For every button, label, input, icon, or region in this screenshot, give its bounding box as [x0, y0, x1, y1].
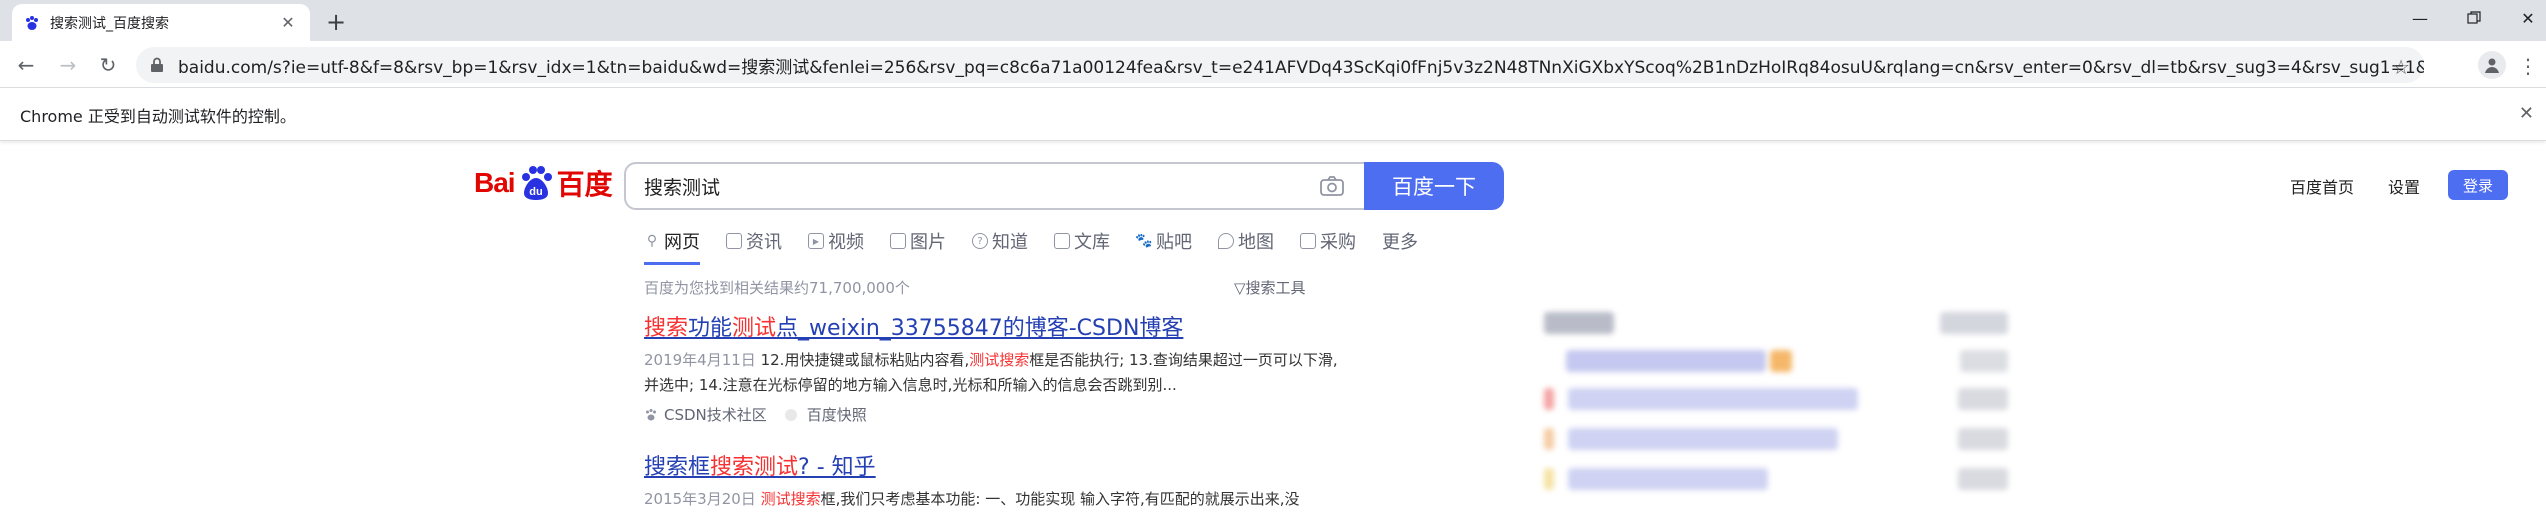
tab-purchase[interactable]: 采购: [1300, 226, 1356, 256]
tab-label: 更多: [1382, 232, 1418, 253]
map-pin-icon: [1218, 233, 1234, 249]
tab-label: 视频: [828, 232, 864, 253]
search-result: 搜索功能测试点_weixin_33755847的博客-CSDN博客 2019年4…: [644, 310, 1344, 425]
tab-label: 文库: [1074, 232, 1110, 253]
logo-text-baidu: 百度: [556, 168, 613, 201]
infobar-close-icon[interactable]: ✕: [2519, 103, 2534, 124]
search-result: 搜索框搜索测试? - 知乎 2015年3月20日 测试搜索框,我们只考虑基本功能…: [644, 449, 1344, 512]
search-tabs: ⚲ 网页 资讯 ▶ 视频 图片 ? 知道 文库 🐾 贴吧 地图 采购 更多: [644, 226, 1444, 265]
svg-text:du: du: [529, 186, 542, 198]
camera-icon[interactable]: [1318, 172, 1346, 200]
title-highlight: 测试: [732, 316, 777, 341]
filter-icon: ▽: [1234, 279, 1246, 297]
image-icon: [890, 233, 906, 249]
nav-baidu-home[interactable]: 百度首页: [2290, 174, 2354, 198]
result-date: 2015年3月20日: [644, 490, 756, 508]
infobar-text: Chrome 正受到自动测试软件的控制。: [20, 106, 296, 126]
video-icon: ▶: [808, 233, 824, 249]
result-title-link[interactable]: 搜索功能测试点_weixin_33755847的博客-CSDN博客: [644, 310, 1344, 342]
bookmark-star-icon[interactable]: ☆: [2392, 55, 2410, 79]
tab-title: 搜索测试_百度搜索: [50, 15, 169, 32]
tab-map[interactable]: 地图: [1218, 226, 1274, 256]
tab-wenku[interactable]: 文库: [1054, 226, 1110, 256]
abstract-text: 框,我们只考虑基本功能: 一、功能实现 输入字符,有匹配的就展示出来,没: [820, 490, 1300, 508]
document-icon: [1054, 233, 1070, 249]
result-abstract: 2015年3月20日 测试搜索框,我们只考虑基本功能: 一、功能实现 输入字符,…: [644, 487, 1344, 512]
result-abstract: 2019年4月11日 12.用快捷键或鼠标粘贴内容看,测试搜索框是否能执行; 1…: [644, 348, 1344, 398]
tab-more[interactable]: 更多: [1382, 226, 1418, 256]
search-query-text[interactable]: 搜索测试: [644, 173, 1318, 200]
tab-label: 采购: [1320, 232, 1356, 253]
tab-news[interactable]: 资讯: [726, 226, 782, 256]
result-source-row: CSDN技术社区 百度快照: [644, 404, 1344, 425]
forward-icon[interactable]: →: [54, 51, 82, 79]
browser-toolbar: ← → ↻ baidu.com/s?ie=utf-8&f=8&rsv_bp=1&…: [0, 41, 2546, 88]
search-icon: ⚲: [646, 233, 658, 249]
tab-label: 知道: [992, 232, 1028, 253]
tab-label: 地图: [1238, 232, 1274, 253]
profile-icon[interactable]: [2478, 51, 2506, 79]
new-tab-icon[interactable]: +: [322, 8, 350, 36]
tab-strip: 搜索测试_百度搜索 ✕ + — ✕: [0, 0, 2546, 41]
tab-video[interactable]: ▶ 视频: [808, 226, 864, 256]
abstract-text: 12.用快捷键或鼠标粘贴内容看,: [760, 351, 970, 369]
search-tools-label: 搜索工具: [1245, 279, 1306, 297]
back-icon[interactable]: ←: [12, 51, 40, 79]
reload-icon[interactable]: ↻: [94, 51, 122, 79]
csdn-source-icon: [646, 408, 656, 420]
news-icon: [726, 233, 742, 249]
result-count: 百度为您找到相关结果约71,700,000个: [644, 279, 910, 297]
blurred-hot-search-panel: [1540, 306, 2020, 506]
baidu-paw-logo-icon: du: [521, 166, 552, 200]
search-tools-button[interactable]: ▽搜索工具: [1234, 277, 1306, 298]
snapshot-dot-icon: [784, 408, 797, 421]
minimize-icon[interactable]: —: [2408, 6, 2432, 30]
automation-infobar: Chrome 正受到自动测试软件的控制。 ✕: [0, 89, 2546, 141]
title-highlight: 搜索测试: [710, 455, 799, 480]
tab-label: 贴吧: [1156, 232, 1192, 253]
tab-label: 网页: [664, 232, 700, 253]
address-bar[interactable]: baidu.com/s?ie=utf-8&f=8&rsv_bp=1&rsv_id…: [136, 47, 2424, 83]
tab-close-icon[interactable]: ✕: [278, 13, 298, 33]
tab-zhidao[interactable]: ? 知道: [972, 226, 1028, 256]
title-highlight: 搜索: [644, 316, 689, 341]
question-icon: ?: [972, 233, 988, 249]
shopping-icon: [1300, 233, 1316, 249]
active-tab-indicator: [644, 262, 700, 265]
maximize-icon[interactable]: [2462, 6, 2486, 30]
title-text: 功能: [688, 316, 733, 341]
abstract-highlight: 测试搜索: [969, 351, 1030, 369]
lock-icon: [150, 57, 166, 73]
result-title-link[interactable]: 搜索框搜索测试? - 知乎: [644, 449, 1344, 481]
title-text: 搜索框: [644, 455, 711, 480]
browser-menu-icon[interactable]: ⋮: [2518, 52, 2538, 80]
abstract-highlight: 测试搜索: [760, 490, 821, 508]
nav-settings[interactable]: 设置: [2388, 174, 2420, 198]
baidu-paw-icon: [24, 15, 40, 31]
tab-web[interactable]: ⚲ 网页: [644, 226, 700, 265]
search-button[interactable]: 百度一下: [1364, 162, 1504, 210]
title-text: 点_weixin_33755847的博客-CSDN博客: [776, 316, 1184, 341]
browser-tab[interactable]: 搜索测试_百度搜索 ✕: [12, 4, 310, 41]
baidu-logo[interactable]: Bai du 百度: [474, 163, 613, 203]
title-text: ? - 知乎: [798, 455, 876, 480]
snapshot-link[interactable]: 百度快照: [807, 404, 867, 425]
result-date: 2019年4月11日: [644, 351, 756, 369]
tab-images[interactable]: 图片: [890, 226, 946, 256]
result-source-name[interactable]: CSDN技术社区: [664, 404, 767, 425]
tab-tieba[interactable]: 🐾 贴吧: [1135, 226, 1192, 256]
tab-label: 图片: [910, 232, 946, 253]
paw-icon: 🐾: [1135, 233, 1153, 249]
tab-label: 资讯: [746, 232, 782, 253]
search-input[interactable]: 搜索测试: [624, 162, 1364, 210]
url-text[interactable]: baidu.com/s?ie=utf-8&f=8&rsv_bp=1&rsv_id…: [178, 53, 2424, 78]
logo-text-bai: Bai: [474, 167, 516, 198]
window-close-icon[interactable]: ✕: [2516, 6, 2540, 30]
login-button[interactable]: 登录: [2448, 170, 2508, 200]
